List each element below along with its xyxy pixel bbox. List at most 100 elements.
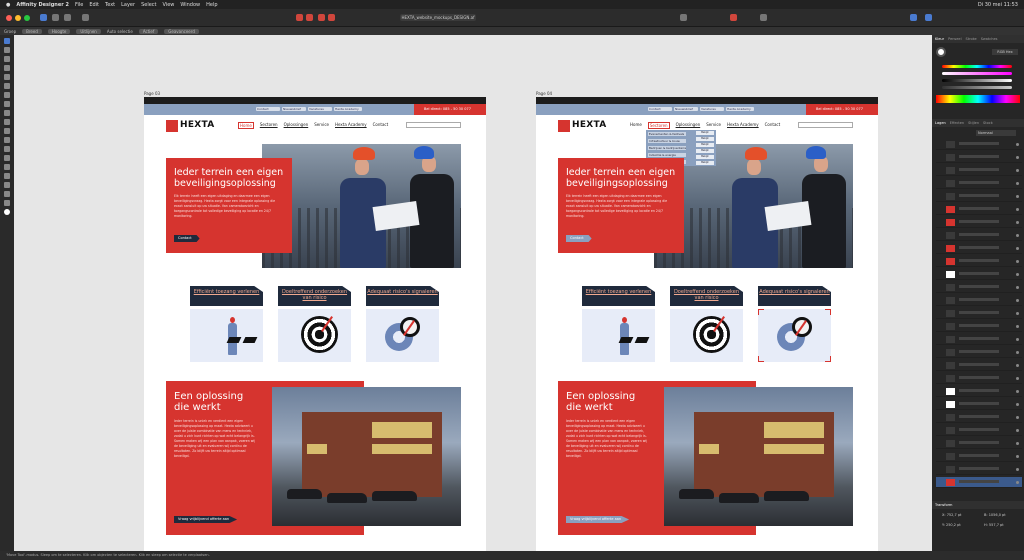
- nav-contact[interactable]: Contact: [765, 122, 781, 129]
- visibility-icon[interactable]: [1016, 221, 1019, 224]
- fill-tool-icon[interactable]: [4, 92, 10, 98]
- quote-button[interactable]: Vraag vrijblijvend offerte aan: [566, 516, 630, 523]
- nav-academy[interactable]: Hexta Academy: [727, 122, 759, 129]
- visibility-icon[interactable]: [1016, 299, 1019, 302]
- color-swatch-icon[interactable]: [4, 209, 10, 215]
- dropdown-view-button[interactable]: Bekijk: [696, 143, 714, 147]
- layer-row[interactable]: [936, 217, 1022, 228]
- layer-row[interactable]: [936, 425, 1022, 436]
- visibility-icon[interactable]: [1016, 351, 1019, 354]
- artboard-tool-icon[interactable]: [4, 56, 10, 62]
- layer-row[interactable]: [936, 243, 1022, 254]
- artboard-label[interactable]: Page 03: [144, 91, 160, 96]
- gradient-tool-icon[interactable]: [4, 101, 10, 107]
- layer-row[interactable]: [936, 412, 1022, 423]
- artboard-page-03[interactable]: Contact Nieuwsbrief Vacatures Hexta Acad…: [144, 97, 486, 551]
- menu-window[interactable]: Window: [180, 2, 200, 8]
- transform-x[interactable]: X: 752,7 pt: [942, 513, 961, 517]
- blend-mode-dropdown[interactable]: Normaal: [976, 130, 1016, 136]
- visibility-icon[interactable]: [1016, 273, 1019, 276]
- nav-contact[interactable]: Contact: [373, 122, 389, 129]
- frame-text-tool-icon[interactable]: [4, 173, 10, 179]
- visibility-icon[interactable]: [1016, 416, 1019, 419]
- artboard-label[interactable]: Page 04: [536, 91, 552, 96]
- menu-file[interactable]: File: [75, 2, 83, 8]
- visibility-icon[interactable]: [1016, 260, 1019, 263]
- feature-title[interactable]: Doeltreffend onderzoeken van risico: [278, 286, 351, 306]
- layer-row[interactable]: [936, 451, 1022, 462]
- feature-image-selected[interactable]: [758, 309, 831, 362]
- tab-layers[interactable]: Lagen: [935, 121, 946, 125]
- visibility-icon[interactable]: [1016, 143, 1019, 146]
- boolean-subtract-icon[interactable]: [306, 14, 313, 21]
- app-menu[interactable]: Affinity Designer 2: [16, 2, 69, 8]
- nav-service[interactable]: Service: [706, 122, 721, 129]
- pencil-tool-icon[interactable]: [4, 74, 10, 80]
- transparency-tool-icon[interactable]: [4, 110, 10, 116]
- color-mode-dropdown[interactable]: RGB Hex: [992, 49, 1018, 55]
- dropdown-item[interactable]: Infrastructuur & bouw: [648, 139, 686, 143]
- quote-button[interactable]: Vraag vrijblijvend offerte aan: [174, 516, 238, 523]
- feature-title[interactable]: Efficiënt toezang verlenen: [190, 286, 263, 306]
- tab-swatches[interactable]: Swatches: [981, 37, 998, 41]
- tab-stroke[interactable]: Stroke: [966, 37, 977, 41]
- tab-effects[interactable]: Effecten: [950, 121, 964, 125]
- boolean-xor-icon[interactable]: [328, 14, 335, 21]
- view-mode-icon[interactable]: [760, 14, 767, 21]
- visibility-icon[interactable]: [1016, 455, 1019, 458]
- snapping-toggle-icon[interactable]: [730, 14, 737, 21]
- feature-title[interactable]: Doeltreffend onderzoeken van risico: [670, 286, 743, 306]
- visibility-icon[interactable]: [1016, 325, 1019, 328]
- tab-brush[interactable]: Penseel: [948, 37, 961, 41]
- layer-row[interactable]: [936, 269, 1022, 280]
- visibility-icon[interactable]: [1016, 182, 1019, 185]
- layer-row[interactable]: [936, 191, 1022, 202]
- feature-title[interactable]: Adequaat risico's signaleren: [366, 286, 439, 306]
- menu-select[interactable]: Select: [141, 2, 156, 8]
- layer-row[interactable]: [936, 347, 1022, 358]
- minimize-window-button[interactable]: [15, 15, 21, 21]
- visibility-icon[interactable]: [1016, 377, 1019, 380]
- export-persona-icon[interactable]: [64, 14, 71, 21]
- hexta-logo[interactable]: HEXTA: [558, 120, 606, 132]
- layer-row[interactable]: [936, 204, 1022, 215]
- visibility-icon[interactable]: [1016, 429, 1019, 432]
- boolean-intersect-icon[interactable]: [318, 14, 325, 21]
- fill-color-well[interactable]: [936, 47, 946, 57]
- visibility-icon[interactable]: [1016, 195, 1019, 198]
- layer-row[interactable]: [936, 373, 1022, 384]
- transform-y[interactable]: Y: 250,2 pt: [942, 523, 961, 527]
- feature-title[interactable]: Adequaat risico's signaleren: [758, 286, 831, 306]
- menu-text[interactable]: Text: [105, 2, 115, 8]
- visibility-icon[interactable]: [1016, 286, 1019, 289]
- color-spectrum[interactable]: [936, 95, 1020, 103]
- tab-stock[interactable]: Stock: [983, 121, 993, 125]
- layer-row[interactable]: [936, 438, 1022, 449]
- phone-banner[interactable]: Bel direct: 085 - 50 30 077: [414, 104, 486, 115]
- layer-row[interactable]: [936, 178, 1022, 189]
- dropdown-item[interactable]: Bedrijven & bedrijventerreinen: [648, 146, 686, 150]
- visibility-icon[interactable]: [1016, 442, 1019, 445]
- ctx-align-button[interactable]: Uitlijnen: [76, 28, 101, 34]
- dropdown-view-button[interactable]: Bekijk: [696, 155, 714, 159]
- visibility-icon[interactable]: [1016, 208, 1019, 211]
- apple-icon[interactable]: ●: [6, 2, 10, 8]
- visibility-icon[interactable]: [1016, 312, 1019, 315]
- canvas[interactable]: Page 03 Contact Nieuwsbrief Vacatures He…: [14, 35, 932, 551]
- nav-home[interactable]: Home: [238, 122, 254, 129]
- crop-tool-icon[interactable]: [4, 119, 10, 125]
- hero-box[interactable]: Ieder terrein een eigen beveiligingsoplo…: [558, 158, 684, 253]
- move-tool-icon[interactable]: [4, 38, 10, 44]
- toplink-academy[interactable]: Hexta Academy: [334, 107, 362, 111]
- layer-row[interactable]: [936, 152, 1022, 163]
- hero-contact-button[interactable]: Contact: [566, 235, 592, 242]
- feature-title[interactable]: Efficiënt toezang verlenen: [582, 286, 655, 306]
- layer-row[interactable]: [936, 256, 1022, 267]
- node-tool-icon[interactable]: [4, 47, 10, 53]
- layer-row[interactable]: [936, 386, 1022, 397]
- close-window-button[interactable]: [6, 15, 12, 21]
- layer-row[interactable]: [936, 334, 1022, 345]
- layer-row-selected[interactable]: [936, 477, 1022, 488]
- toplink-contact[interactable]: Contact: [648, 107, 672, 111]
- document-tab[interactable]: HEXTA_website_mockups_DESIGN.af: [400, 14, 476, 21]
